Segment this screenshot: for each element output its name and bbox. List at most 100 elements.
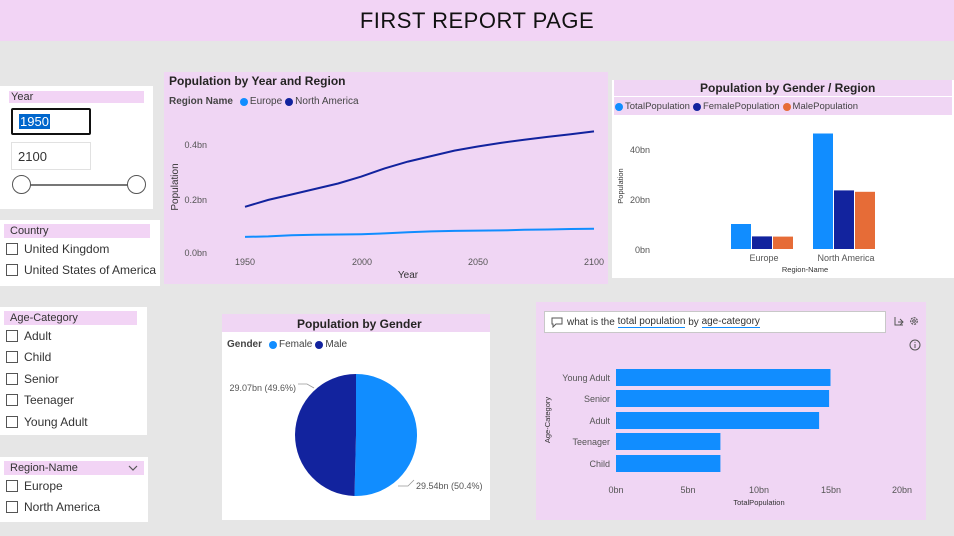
line-y-tick: 0.4bn: [184, 140, 207, 150]
bar-malepopulation-north-america: [855, 191, 875, 249]
pie-data-label-female: 29.54bn (50.4%): [416, 481, 483, 491]
bar-femalepopulation-north-america: [834, 190, 854, 249]
age-item-label: Young Adult: [24, 414, 88, 429]
qna-chart-svg: TotalPopulation Age-Category 0bn 5bn 10b…: [543, 369, 912, 507]
bar-y-axis-label: Population: [616, 168, 625, 203]
year-end-value: 2100: [18, 149, 47, 164]
line-y-tick: 0.0bn: [184, 248, 207, 258]
line-x-tick: 2100: [584, 257, 604, 267]
country-item-label: United States of America: [24, 263, 157, 278]
bar-malepopulation-europe: [773, 236, 793, 249]
qna-x-axis-label: TotalPopulation: [733, 498, 784, 507]
region-item-north-america[interactable]: North America: [6, 497, 146, 519]
year-slicer: Year 1950 2100: [0, 86, 153, 209]
qna-bar-adult: [616, 412, 820, 429]
age-item-label: Senior: [24, 371, 59, 386]
age-item-senior[interactable]: Senior: [6, 368, 144, 390]
country-slicer-label: Country: [10, 225, 49, 237]
line-y-tick: 0.2bn: [184, 195, 207, 205]
age-item-label: Child: [24, 350, 52, 365]
checkbox[interactable]: [6, 501, 18, 514]
region-slicer: Region-Name Europe North America: [0, 457, 148, 522]
line-chart-visual[interactable]: Population by Year and Region Region Nam…: [164, 72, 608, 284]
checkbox[interactable]: [6, 242, 18, 255]
qna-bar-child: [616, 455, 721, 472]
pie-chart-svg: 29.07bn (49.6%) 29.54bn (50.4%): [229, 374, 483, 496]
region-item-label: North America: [24, 500, 101, 515]
page-header: FIRST REPORT PAGE: [0, 0, 954, 41]
region-item-europe[interactable]: Europe: [6, 475, 146, 497]
pie-slice-female: [354, 374, 418, 496]
bar-x-tick-europe: Europe: [749, 253, 778, 263]
bar-y-tick: 40bn: [630, 145, 650, 155]
qna-x-tick: 20bn: [892, 485, 912, 495]
bar-y-tick: 20bn: [630, 195, 650, 205]
line-x-tick: 1950: [235, 257, 255, 267]
bar-totalpopulation-north-america: [813, 133, 833, 249]
qna-y-axis-label: Age-Category: [543, 397, 552, 444]
age-list: Adult Child Senior Teenager Young Adult: [6, 325, 144, 433]
qna-x-tick: 10bn: [749, 485, 769, 495]
checkbox[interactable]: [6, 329, 18, 342]
qna-category-label: Adult: [589, 416, 610, 426]
qna-visual[interactable]: what is the total population by age-cate…: [536, 302, 926, 520]
checkbox[interactable]: [6, 264, 18, 277]
bar-femalepopulation-europe: [752, 236, 772, 249]
line-x-tick: 2000: [352, 257, 372, 267]
region-slicer-header[interactable]: Region-Name: [4, 461, 144, 475]
pie-leader-female: [398, 479, 415, 487]
region-slicer-label: Region-Name: [10, 462, 78, 474]
year-start-value: 1950: [19, 114, 50, 129]
checkbox[interactable]: [6, 415, 18, 428]
qna-x-tick: 5bn: [680, 485, 695, 495]
age-item-teenager[interactable]: Teenager: [6, 390, 144, 412]
year-range-track[interactable]: [22, 184, 136, 186]
checkbox[interactable]: [6, 372, 18, 385]
checkbox[interactable]: [6, 394, 18, 407]
qna-category-label: Young Adult: [562, 373, 610, 383]
pie-leader-male: [298, 383, 315, 389]
qna-bar-young-adult: [616, 369, 831, 386]
pie-chart-visual[interactable]: Population by Gender Gender Female Male …: [222, 314, 490, 520]
bar-y-tick: 0bn: [635, 245, 650, 255]
age-item-label: Adult: [24, 328, 52, 343]
line-y-axis-label: Population: [170, 163, 181, 210]
qna-category-label: Child: [589, 459, 610, 469]
age-item-young-adult[interactable]: Young Adult: [6, 411, 144, 433]
age-item-child[interactable]: Child: [6, 347, 144, 369]
pie-data-label-male: 29.07bn (49.6%): [229, 383, 296, 393]
bar-totalpopulation-europe: [731, 224, 751, 249]
year-start-input[interactable]: 1950: [11, 108, 91, 135]
region-item-label: Europe: [24, 478, 63, 493]
region-list: Europe North America: [6, 475, 146, 518]
line-x-tick: 2050: [468, 257, 488, 267]
country-item-united-kingdom[interactable]: United Kingdom: [6, 238, 160, 260]
country-item-label: United Kingdom: [24, 241, 110, 256]
country-item-usa[interactable]: United States of America: [6, 260, 160, 282]
checkbox[interactable]: [6, 479, 18, 492]
checkbox[interactable]: [6, 351, 18, 364]
age-slicer-label: Age-Category: [10, 312, 78, 324]
year-slicer-label: Year: [11, 91, 34, 103]
year-slicer-header: Year: [9, 91, 144, 103]
qna-x-tick: 15bn: [821, 485, 841, 495]
chevron-down-icon[interactable]: [128, 465, 138, 471]
country-list: United Kingdom United States of America: [6, 238, 160, 281]
country-slicer-header: Country: [4, 224, 150, 238]
age-item-adult[interactable]: Adult: [6, 325, 144, 347]
qna-x-tick: 0bn: [608, 485, 623, 495]
qna-bar-teenager: [616, 433, 721, 450]
age-item-label: Teenager: [24, 393, 75, 408]
line-series-europe: [244, 227, 595, 238]
qna-category-label: Teenager: [572, 437, 610, 447]
bar-chart-visual[interactable]: Population by Gender / Region TotalPopul…: [612, 80, 954, 278]
pie-slice-male: [295, 374, 356, 496]
qna-category-label: Senior: [584, 394, 610, 404]
line-chart-svg: 0.4bn 0.2bn 0.0bn 1950 2000 2050 2100 Ye…: [170, 130, 604, 281]
country-slicer: Country United Kingdom United States of …: [0, 220, 160, 286]
year-range-end-handle[interactable]: [127, 175, 146, 194]
age-slicer-header: Age-Category: [4, 311, 137, 325]
page-title: FIRST REPORT PAGE: [359, 7, 595, 33]
year-end-input[interactable]: 2100: [11, 142, 91, 170]
year-range-start-handle[interactable]: [12, 175, 31, 194]
